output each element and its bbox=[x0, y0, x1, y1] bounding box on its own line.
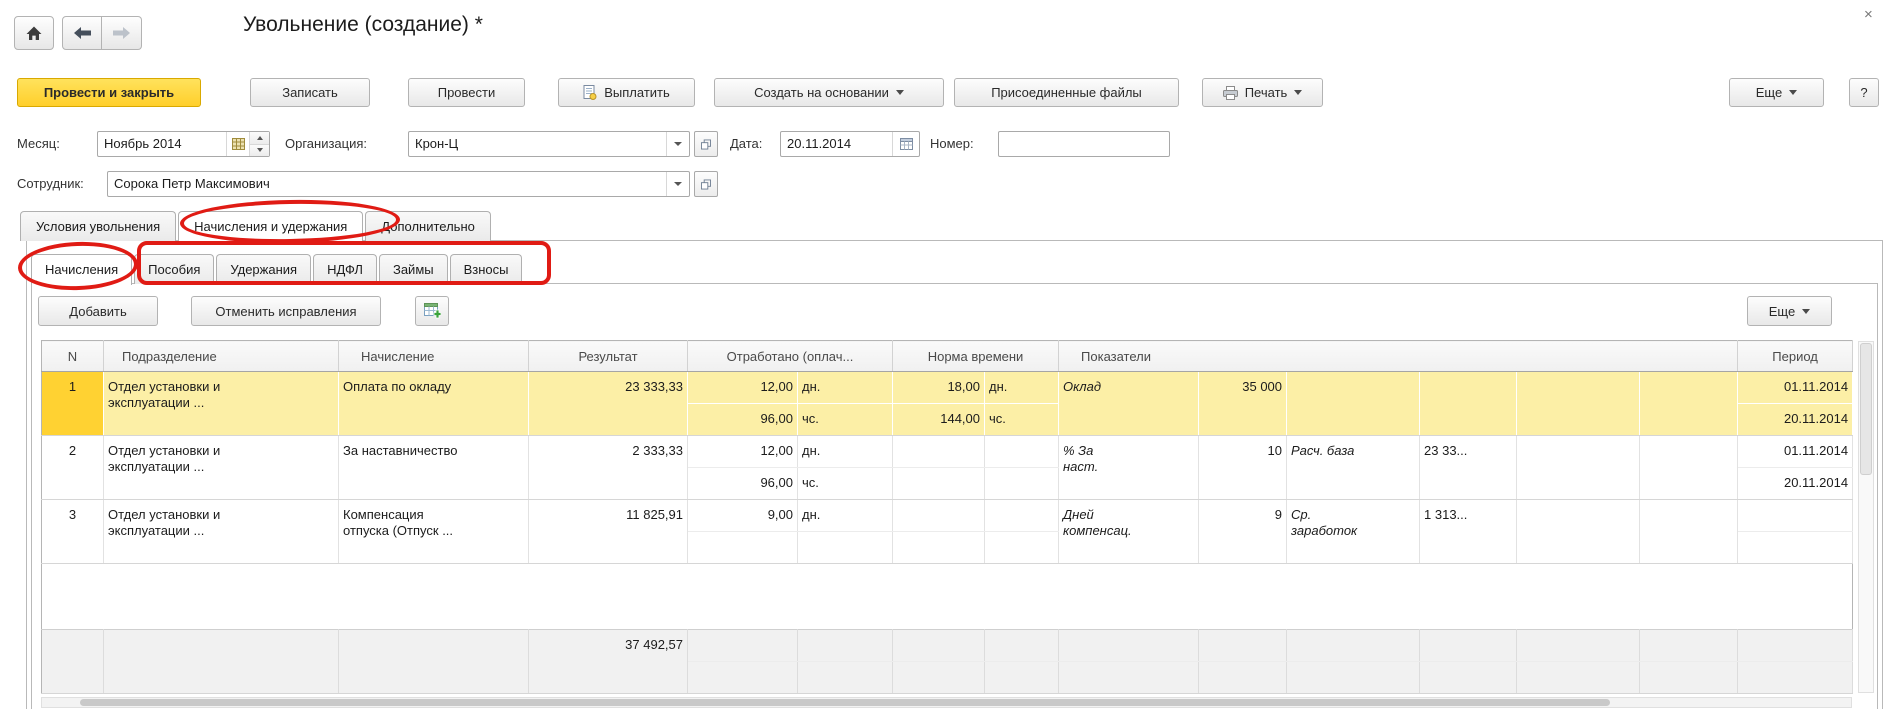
table-add-icon bbox=[424, 303, 441, 319]
chevron-down-icon bbox=[896, 90, 904, 95]
col-header-period: Период bbox=[1738, 341, 1853, 372]
subtab-benefits[interactable]: Пособия bbox=[134, 254, 214, 284]
undo-fixes-button[interactable]: Отменить исправления bbox=[191, 296, 381, 326]
organization-label: Организация: bbox=[285, 131, 367, 157]
date-calendar-button[interactable] bbox=[892, 132, 919, 156]
totals-row: 37 492,57 bbox=[42, 630, 1853, 662]
more-button[interactable]: Еще bbox=[1729, 78, 1824, 107]
subtab-contributions[interactable]: Взносы bbox=[450, 254, 523, 284]
home-button[interactable] bbox=[14, 16, 54, 50]
back-button[interactable] bbox=[62, 16, 102, 50]
post-button[interactable]: Провести bbox=[408, 78, 525, 107]
month-spinner bbox=[249, 132, 269, 156]
date-label: Дата: bbox=[730, 131, 762, 157]
spinner-down-button[interactable] bbox=[250, 144, 269, 157]
add-row-button[interactable]: Добавить bbox=[38, 296, 158, 326]
forward-icon bbox=[113, 27, 130, 39]
date-field[interactable]: 20.11.2014 bbox=[780, 131, 920, 157]
accruals-table: N Подразделение Начисление Результат Отр… bbox=[41, 340, 1853, 694]
spinner-up-button[interactable] bbox=[250, 132, 269, 144]
pay-icon bbox=[583, 85, 597, 100]
chevron-down-icon bbox=[1789, 90, 1797, 95]
employee-dropdown-button[interactable] bbox=[666, 172, 689, 196]
page-title: Увольнение (создание) * bbox=[243, 13, 483, 37]
employee-field[interactable]: Сорока Петр Максимович bbox=[107, 171, 690, 197]
employee-open-button[interactable] bbox=[694, 171, 718, 197]
table-row[interactable]: 2 Отдел установки и эксплуатации ... За … bbox=[42, 436, 1853, 468]
create-on-basis-button[interactable]: Создать на основании bbox=[714, 78, 944, 107]
open-icon bbox=[701, 179, 711, 190]
organization-open-button[interactable] bbox=[694, 131, 718, 157]
attached-files-button[interactable]: Присоединенные файлы bbox=[954, 78, 1179, 107]
col-header-norm: Норма времени bbox=[893, 341, 1059, 372]
home-icon bbox=[26, 26, 42, 41]
print-button[interactable]: Печать bbox=[1202, 78, 1323, 107]
col-header-result: Результат bbox=[529, 341, 688, 372]
subtab-loans[interactable]: Займы bbox=[379, 254, 448, 284]
chevron-down-icon bbox=[1802, 309, 1810, 314]
organization-field[interactable]: Крон-Ц bbox=[408, 131, 690, 157]
back-icon bbox=[74, 27, 91, 39]
total-result: 37 492,57 bbox=[529, 630, 688, 694]
table-header-row: N Подразделение Начисление Результат Отр… bbox=[42, 341, 1853, 372]
col-header-n: N bbox=[42, 341, 104, 372]
main-tabs: Условия увольнения Начисления и удержани… bbox=[20, 211, 491, 242]
forward-button[interactable] bbox=[102, 16, 142, 50]
history-nav bbox=[62, 16, 142, 50]
subtab-accruals[interactable]: Начисления bbox=[31, 254, 132, 285]
table-row[interactable]: 1 Отдел установки и эксплуатации ... Опл… bbox=[42, 372, 1853, 404]
table-row[interactable]: 3 Отдел установки и эксплуатации ... Ком… bbox=[42, 500, 1853, 532]
month-field[interactable]: Ноябрь 2014 bbox=[97, 131, 270, 157]
col-header-worked: Отработано (оплач... bbox=[688, 341, 893, 372]
subtab-ndfl[interactable]: НДФЛ bbox=[313, 254, 377, 284]
vertical-scrollbar-thumb[interactable] bbox=[1860, 343, 1872, 475]
number-field[interactable] bbox=[998, 131, 1170, 157]
calendar-grid-button[interactable] bbox=[226, 132, 249, 156]
vertical-scrollbar[interactable] bbox=[1858, 341, 1874, 693]
col-header-indicators: Показатели bbox=[1059, 341, 1738, 372]
calendar-icon bbox=[900, 138, 913, 150]
close-icon[interactable]: × bbox=[1864, 6, 1873, 23]
employee-label: Сотрудник: bbox=[17, 171, 84, 197]
post-and-close-button[interactable]: Провести и закрыть bbox=[17, 78, 201, 107]
chevron-down-icon bbox=[674, 182, 682, 186]
print-icon bbox=[1223, 86, 1238, 100]
calendar-grid-icon bbox=[232, 138, 245, 150]
sub-tabs: Начисления Пособия Удержания НДФЛ Займы … bbox=[31, 254, 522, 285]
subtab-deductions[interactable]: Удержания bbox=[216, 254, 311, 284]
chevron-down-icon bbox=[1294, 90, 1302, 95]
pay-button[interactable]: Выплатить bbox=[558, 78, 695, 107]
organization-dropdown-button[interactable] bbox=[666, 132, 689, 156]
tab-accruals-deductions[interactable]: Начисления и удержания bbox=[178, 211, 363, 242]
horizontal-scrollbar-thumb[interactable] bbox=[80, 699, 1610, 706]
open-icon bbox=[701, 139, 711, 150]
col-header-department: Подразделение bbox=[104, 341, 339, 372]
col-header-accrual: Начисление bbox=[339, 341, 529, 372]
chevron-down-icon bbox=[674, 142, 682, 146]
month-label: Месяц: bbox=[17, 131, 60, 157]
spinner-up-icon bbox=[257, 136, 263, 140]
dismissal-document-window: Увольнение (создание) * × Провести и зак… bbox=[0, 0, 1887, 709]
horizontal-scrollbar[interactable] bbox=[41, 697, 1852, 708]
spinner-down-icon bbox=[257, 148, 263, 152]
tab-additional[interactable]: Дополнительно bbox=[365, 211, 491, 241]
empty-grid-area bbox=[42, 564, 1853, 630]
grid-more-button[interactable]: Еще bbox=[1747, 296, 1832, 326]
recalculate-table-button[interactable] bbox=[415, 296, 449, 326]
number-label: Номер: bbox=[930, 131, 974, 157]
write-button[interactable]: Записать bbox=[250, 78, 370, 107]
tab-dismissal-terms[interactable]: Условия увольнения bbox=[20, 211, 176, 241]
help-button[interactable]: ? bbox=[1849, 78, 1879, 107]
